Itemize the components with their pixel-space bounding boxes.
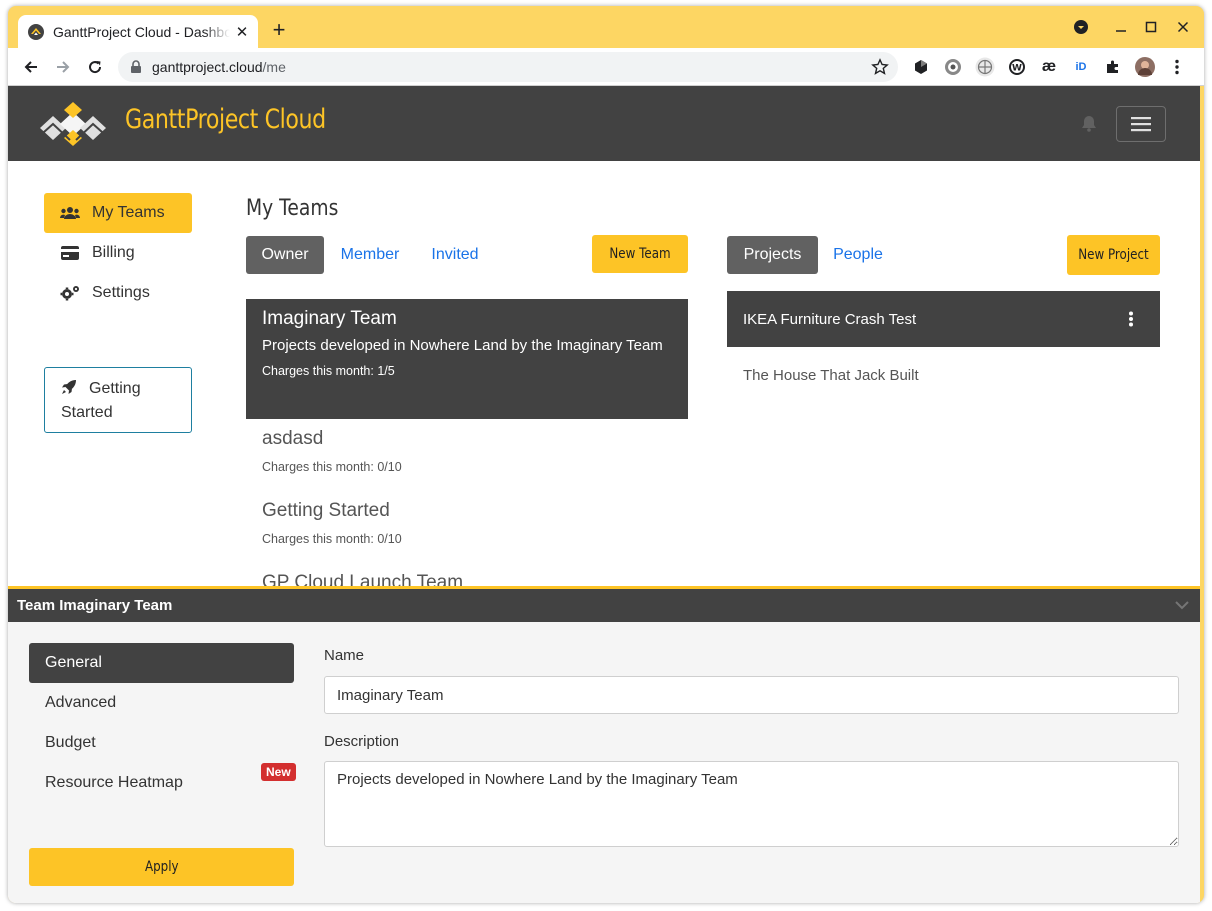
browser-toolbar: ganttproject.cloud/me W æ iD	[8, 48, 1204, 86]
globe-icon[interactable]	[975, 57, 995, 77]
team-charges: Charges this month: 0/10	[262, 532, 402, 546]
team-charges: Charges this month: 1/5	[262, 364, 395, 378]
tab-people[interactable]: People	[826, 236, 890, 274]
gear-badge-icon[interactable]	[943, 57, 963, 77]
name-label: Name	[324, 647, 365, 664]
tab-owner[interactable]: Owner	[246, 236, 324, 274]
forward-icon[interactable]	[49, 53, 77, 81]
sidebar-item-billing[interactable]: Billing	[44, 233, 192, 273]
team-name: Getting Started	[262, 500, 390, 521]
ganttproject-favicon-icon	[28, 23, 44, 40]
svg-text:W: W	[1012, 64, 1022, 74]
page-title: My Teams	[246, 196, 339, 221]
brand-title[interactable]: GanttProject Cloud	[125, 104, 326, 135]
address-bar[interactable]: ganttproject.cloud/me	[118, 52, 898, 82]
puzzle-icon[interactable]	[1103, 57, 1123, 77]
tab-resource-heatmap[interactable]: Resource Heatmap	[29, 763, 294, 803]
url-host: ganttproject.cloud	[152, 59, 263, 75]
getting-started-button[interactable]: Getting Started	[44, 367, 192, 433]
tab-member[interactable]: Member	[332, 236, 408, 274]
new-badge: New	[261, 763, 296, 781]
page-viewport: GanttProject Cloud My Teams Billing Sett…	[8, 86, 1200, 903]
tab-title: GanttProject Cloud - Dashboard	[53, 23, 230, 40]
team-description-input[interactable]: Projects developed in Nowhere Land by th…	[324, 761, 1179, 847]
panel-title: Team Imaginary Team	[17, 597, 173, 614]
credit-card-icon	[60, 245, 80, 261]
project-row-ikea[interactable]: IKEA Furniture Crash Test	[727, 291, 1160, 347]
team-card-getting-started[interactable]: Getting Started Charges this month: 0/10	[246, 500, 688, 546]
ganttproject-logo-icon	[40, 102, 106, 146]
project-name: IKEA Furniture Crash Test	[743, 310, 917, 328]
browser-window: GanttProject Cloud - Dashboard ✕ + gan	[8, 6, 1204, 903]
bookmark-star-icon[interactable]	[870, 57, 890, 77]
tab-close-icon[interactable]: ✕	[234, 24, 250, 41]
profile-avatar[interactable]	[1135, 57, 1155, 77]
window-close-icon[interactable]	[1170, 16, 1196, 38]
browser-menu-icon[interactable]	[1167, 57, 1187, 77]
team-name: asdasd	[262, 428, 324, 449]
tab-strip: GanttProject Cloud - Dashboard ✕ +	[8, 6, 1204, 48]
team-name-input[interactable]	[324, 676, 1179, 714]
ae-icon[interactable]: æ	[1039, 57, 1059, 77]
tab-invited[interactable]: Invited	[422, 236, 488, 274]
team-card-imaginary[interactable]: Imaginary Team Projects developed in Now…	[246, 299, 688, 419]
tab-projects[interactable]: Projects	[727, 236, 818, 274]
tab-advanced[interactable]: Advanced	[29, 683, 294, 723]
panel-header: Team Imaginary Team	[8, 589, 1200, 622]
users-icon	[60, 205, 80, 221]
new-project-button[interactable]: New Project	[1067, 235, 1160, 275]
menu-toggle-button[interactable]	[1116, 106, 1166, 142]
team-name: Imaginary Team	[262, 308, 397, 329]
sidebar-item-label: Billing	[92, 244, 135, 261]
id-icon[interactable]: iD	[1071, 57, 1091, 77]
team-card-asdasd[interactable]: asdasd Charges this month: 0/10	[246, 428, 688, 474]
sidebar-item-label: Settings	[92, 284, 150, 301]
back-icon[interactable]	[17, 53, 45, 81]
tab-general[interactable]: General	[29, 643, 294, 683]
chevron-down-icon[interactable]	[1174, 597, 1190, 613]
tab-budget[interactable]: Budget	[29, 723, 294, 763]
team-description: Projects developed in Nowhere Land by th…	[262, 337, 663, 354]
app-header: GanttProject Cloud	[8, 86, 1200, 161]
rocket-icon	[62, 380, 76, 394]
reload-icon[interactable]	[81, 53, 109, 81]
sidebar-item-label: My Teams	[92, 204, 165, 221]
hamburger-icon	[1131, 117, 1151, 132]
gears-icon	[60, 285, 80, 301]
description-label: Description	[324, 733, 400, 750]
project-name: The House That Jack Built	[743, 366, 919, 384]
hexagon-icon[interactable]	[911, 57, 931, 77]
sidebar-item-my-teams[interactable]: My Teams	[44, 193, 192, 233]
browser-tab[interactable]: GanttProject Cloud - Dashboard ✕	[18, 15, 258, 48]
kebab-menu-icon[interactable]	[1128, 311, 1134, 327]
apply-button[interactable]: Apply	[29, 848, 294, 886]
project-row-jack[interactable]: The House That Jack Built	[727, 347, 1160, 403]
minimize-icon[interactable]	[1108, 16, 1134, 38]
new-tab-button[interactable]: +	[268, 19, 290, 42]
wordpress-icon[interactable]: W	[1007, 57, 1027, 77]
lock-icon	[131, 60, 141, 73]
url-path: /me	[262, 59, 286, 75]
bell-icon[interactable]	[1080, 114, 1098, 132]
team-charges: Charges this month: 0/10	[262, 460, 402, 474]
maximize-icon[interactable]	[1138, 16, 1164, 38]
tab-search-icon[interactable]	[1071, 16, 1091, 38]
new-team-button[interactable]: New Team	[592, 235, 688, 273]
sidebar-item-settings[interactable]: Settings	[44, 273, 192, 313]
